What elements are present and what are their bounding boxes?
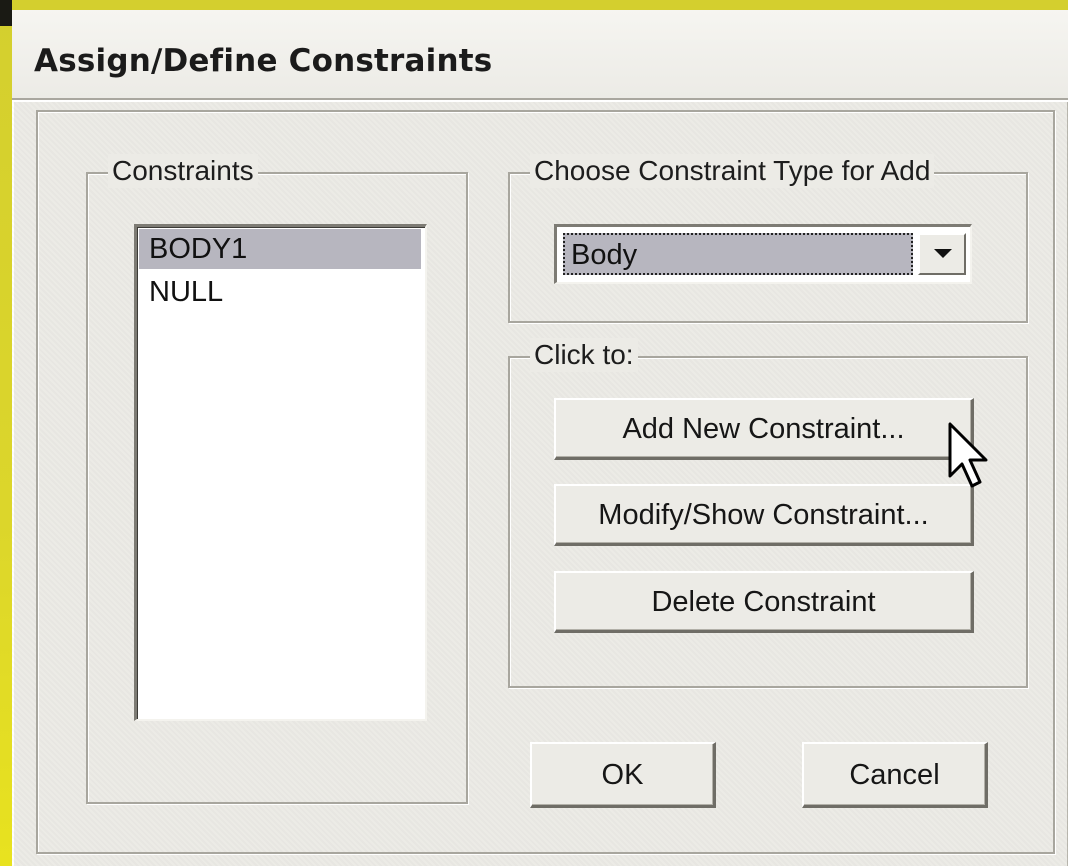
actions-group-label: Click to: [530, 338, 638, 372]
constraint-type-group-label: Choose Constraint Type for Add [530, 154, 935, 188]
add-new-constraint-button[interactable]: Add New Constraint... [554, 398, 974, 460]
constraints-listbox[interactable]: BODY1 NULL [134, 224, 427, 721]
list-item-body1[interactable]: BODY1 [139, 229, 421, 269]
chevron-down-icon[interactable] [918, 233, 966, 275]
window-shadow-corner [0, 0, 12, 26]
constraint-type-value: Body [563, 233, 913, 275]
constraints-group-label: Constraints [108, 154, 258, 188]
delete-constraint-button[interactable]: Delete Constraint [554, 571, 974, 633]
ok-button[interactable]: OK [530, 742, 716, 808]
constraint-type-select[interactable]: Body [554, 224, 972, 284]
dialog-title: Assign/Define Constraints [34, 43, 493, 79]
cancel-button[interactable]: Cancel [802, 742, 988, 808]
modify-show-constraint-button[interactable]: Modify/Show Constraint... [554, 484, 974, 546]
title-bar[interactable]: Assign/Define Constraints [12, 10, 1068, 100]
list-item-null[interactable]: NULL [139, 272, 421, 312]
